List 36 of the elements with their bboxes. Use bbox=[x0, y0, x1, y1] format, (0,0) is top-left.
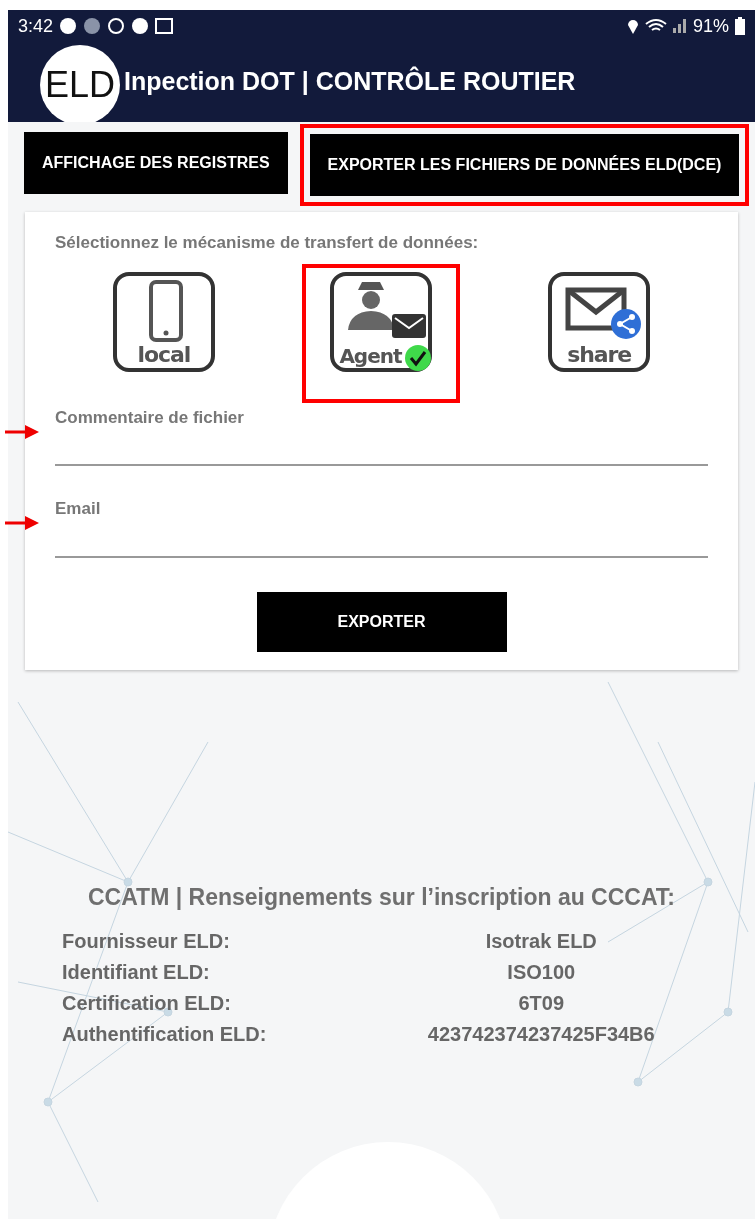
signal-icon bbox=[672, 19, 687, 33]
transfer-prompt: Sélectionnez le mécanisme de transfert de données: bbox=[55, 232, 480, 254]
battery-icon bbox=[735, 17, 745, 35]
arrow-icon bbox=[5, 516, 39, 530]
info-value: Isotrak ELD bbox=[484, 929, 598, 954]
info-label: Identifiant ELD: bbox=[62, 960, 211, 985]
info-label: Certification ELD: bbox=[62, 991, 232, 1016]
transfer-option[interactable]: local bbox=[112, 271, 215, 372]
status-time: 3:42 bbox=[18, 14, 54, 38]
phone-icon bbox=[148, 279, 183, 342]
wifi-icon bbox=[644, 18, 667, 34]
transfer-option[interactable]: Agent bbox=[330, 271, 433, 372]
registration-title: CCATM | Renseignements sur l’inscription au CCCAT: bbox=[87, 882, 676, 912]
info-value: 423742374237425F34B6 bbox=[426, 1022, 656, 1047]
app-notification-icon bbox=[131, 17, 150, 35]
option-label: local bbox=[136, 343, 192, 366]
info-value: 6T09 bbox=[517, 991, 566, 1016]
app-logo: ELD bbox=[40, 45, 120, 125]
battery-percent: 91% bbox=[692, 14, 729, 38]
field-label: Commentaire de fichier bbox=[55, 406, 245, 429]
info-label: Authentification ELD: bbox=[62, 1022, 268, 1047]
info-label: Fournisseur ELD: bbox=[62, 929, 231, 954]
app-title: Inpection DOT | CONTRÔLE ROUTIER bbox=[124, 65, 576, 98]
location-icon bbox=[626, 17, 639, 35]
transfer-option[interactable]: share bbox=[548, 271, 651, 372]
tab[interactable]: EXPORTER LES FICHIERS DE DONNÉES ELD(DCE) bbox=[309, 134, 740, 196]
export-button[interactable]: EXPORTER bbox=[256, 591, 507, 652]
field-label: Email bbox=[55, 498, 102, 520]
arrow-icon bbox=[5, 424, 39, 439]
app-notification-icon bbox=[59, 17, 78, 35]
image-icon bbox=[155, 18, 174, 34]
option-label: share bbox=[566, 343, 633, 366]
option-label: Agent bbox=[338, 345, 403, 366]
tab[interactable]: AFFICHAGE DES REGISTRES bbox=[24, 132, 288, 194]
info-value: ISO100 bbox=[506, 960, 577, 985]
checkmark-icon bbox=[404, 343, 433, 372]
